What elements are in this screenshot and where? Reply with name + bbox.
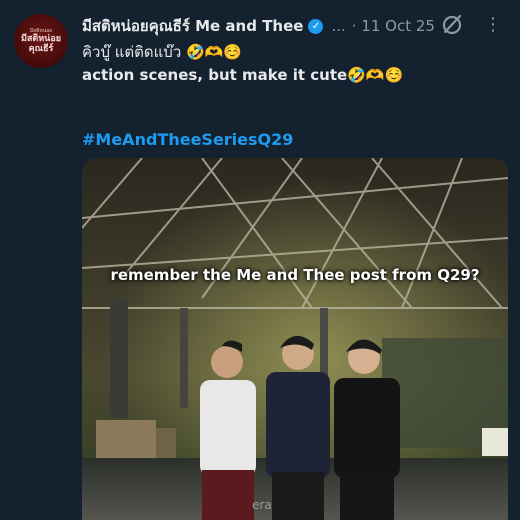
post-date[interactable]: · 11 Oct 25	[352, 17, 435, 35]
tweet-media-image[interactable]: remember the Me and Thee post from Q29? …	[82, 158, 508, 520]
avatar[interactable]: มีสติหน่อย มีสติหน่อย คุณธีร์	[14, 14, 68, 68]
verified-badge-icon: ✓	[308, 18, 324, 34]
image-watermark: era	[252, 498, 272, 512]
image-caption: remember the Me and Thee post from Q29?	[110, 266, 480, 284]
truncated-handle: ...	[331, 17, 346, 35]
more-options-icon[interactable]: ⋮	[484, 12, 502, 38]
warehouse-photo	[82, 158, 508, 520]
hashtag-link[interactable]: #MeAndTheeSeriesQ29	[82, 130, 293, 149]
grok-icon[interactable]	[440, 13, 464, 37]
avatar-logo-title: มีสติหน่อย คุณธีร์	[20, 34, 62, 54]
display-name[interactable]: มีสติหน่อยคุณธีร์ Me and Thee	[82, 14, 303, 38]
tweet-text-english: action scenes, but make it cute🤣🫶☺️	[82, 66, 404, 84]
tweet-text-thai: คิวบู๊ แต่ติดแบ๊ว 🤣🫶☺️	[82, 43, 243, 61]
